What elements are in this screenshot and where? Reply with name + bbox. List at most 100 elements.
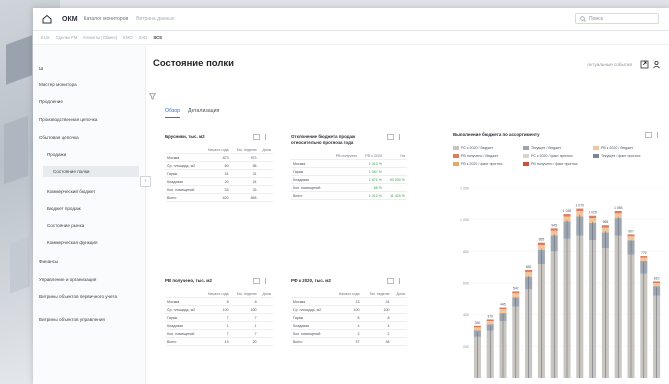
search-input[interactable]: Поиск — [575, 13, 659, 24]
legend-item[interactable]: РВ получено / факт прогноз — [523, 162, 577, 166]
subnav-item[interactable]: Клиенты (Обмен) — [83, 35, 117, 40]
legend-item[interactable]: РВ к 2020 / бюджет — [593, 146, 633, 150]
bar-segment — [627, 236, 635, 241]
expand-icon[interactable] — [387, 134, 394, 140]
col-header: На — [383, 152, 407, 160]
sidebar-item-commercial-budget[interactable]: Коммерческий бюджет — [47, 189, 95, 194]
table-row: Кладовая 20 24 — [165, 177, 273, 186]
cell — [328, 159, 360, 168]
brand-logo[interactable]: ОКМ — [62, 16, 78, 23]
cell — [383, 159, 407, 168]
cell: 100 — [202, 305, 231, 314]
cell: 31 — [202, 169, 231, 178]
expand-icon[interactable] — [253, 134, 260, 140]
sidebar-item-management-objects[interactable]: Витрины объектов управления — [39, 317, 119, 323]
cell: 38 — [361, 337, 392, 346]
legend-swatch — [453, 162, 459, 166]
bar-segment — [537, 242, 545, 245]
sidebar-item-home[interactable]: Ш — [39, 66, 43, 71]
share-icon[interactable] — [652, 60, 661, 69]
legend-label: РВ получено / факт прогноз — [531, 162, 578, 166]
legend-item[interactable]: РВ получено / бюджет — [453, 154, 498, 158]
cell — [328, 175, 360, 184]
table-row: Кладовая 1 671 % 93 000 % — [291, 175, 407, 184]
cell: 1 013 % — [359, 159, 384, 168]
page-title: Состояние полки — [153, 58, 235, 69]
legend-item[interactable]: РС к 2020 / факт прогноз — [523, 154, 573, 158]
sidebar-item-commercial-function[interactable]: Коммерческая функция — [47, 240, 98, 245]
more-icon[interactable] — [262, 278, 269, 284]
more-icon[interactable] — [654, 132, 661, 138]
tab-details[interactable]: Детализация — [188, 108, 219, 118]
cell: Ср. площадь, м2 — [291, 305, 331, 314]
cell: 620 — [202, 193, 231, 202]
cell: 8 — [230, 297, 259, 306]
cell: 8 — [361, 313, 392, 322]
bar-segment — [525, 270, 533, 272]
tab-overview[interactable]: Обзор — [165, 108, 180, 118]
search-icon — [580, 15, 586, 22]
sidebar-collapse-button[interactable]: ‹ — [140, 176, 151, 187]
subnav-item[interactable]: SAD — [139, 35, 148, 40]
more-icon[interactable] — [262, 134, 269, 140]
expand-icon[interactable] — [253, 278, 260, 284]
sidebar-item-finance[interactable]: Финансы — [39, 259, 58, 264]
table-row: Москва 1 013 % — [291, 159, 407, 168]
sidebar-item-market-state[interactable]: Состояние рынка — [47, 223, 84, 228]
panel-bricks: Брусники, тыс. м2 Начало года Тек. неделю… — [165, 134, 275, 244]
cell — [328, 167, 360, 176]
export-icon[interactable] — [640, 60, 649, 69]
cell: Всего — [291, 191, 329, 200]
cell: 1 — [230, 321, 259, 330]
legend-item[interactable]: РС к 2020 / бюджет — [453, 146, 493, 150]
cell: 19 — [202, 337, 231, 346]
subnav-item[interactable]: Сделки PM — [56, 35, 78, 40]
y-tick-label: 1 000 — [460, 218, 469, 222]
cell: 58 — [230, 161, 259, 170]
legend-item[interactable]: РВ к 2020 / факт прогноз — [453, 162, 502, 166]
bar-segment — [627, 234, 635, 237]
table-row: Кол. помещений 33 33 — [165, 185, 273, 194]
subnav-item[interactable]: EUS — [41, 35, 50, 40]
legend-item[interactable]: Текущее / бюджет — [523, 146, 561, 150]
cell: 24 — [361, 297, 392, 306]
cell: Кол. помещений — [291, 183, 329, 192]
legend-item[interactable]: Текущее / факт прогноз — [593, 154, 640, 158]
bar-total-label: 945 — [551, 223, 557, 227]
background-block — [4, 115, 28, 185]
expand-icon[interactable] — [645, 132, 652, 138]
breadcrumb-catalog[interactable]: Каталог мониторов — [84, 16, 129, 22]
sidebar-item-primary-accounting[interactable]: Витрины объектов первичного учета — [39, 294, 119, 300]
cell: 100 — [230, 305, 259, 314]
sidebar-item-production-chain[interactable]: Производственная цепочка — [39, 117, 97, 122]
more-icon[interactable] — [396, 134, 403, 140]
sidebar-item-sales-budget[interactable]: Бюджет продаж — [47, 206, 81, 211]
cell — [391, 313, 407, 322]
table-row: Кол. помещений 68 % — [291, 183, 407, 192]
sidebar-item-shelf-state[interactable]: Состояние полки — [43, 166, 139, 177]
sidebar-item-sales[interactable]: Продажи — [47, 152, 66, 157]
col-header: Начало года — [330, 290, 362, 298]
sidebar-item-sales-chain[interactable]: Сбытовая цепочка — [39, 135, 79, 140]
home-icon[interactable] — [42, 14, 52, 24]
more-icon[interactable] — [396, 278, 403, 284]
breadcrumb-data-showcase[interactable]: Витрина данных — [136, 16, 174, 22]
table-row: Кладовая 4 4 — [291, 321, 407, 330]
cell: 68 % — [359, 183, 384, 192]
legend-label: РС к 2020 / бюджет — [461, 146, 494, 150]
table-row: Гараж 1 087 % — [291, 167, 407, 176]
subnav-item[interactable]: ЕМО — [123, 35, 133, 40]
col-header: Доли — [258, 290, 273, 298]
sidebar-item-monitor-master[interactable]: Мастер монитора — [39, 82, 77, 87]
subnav-item-active[interactable]: SCS — [153, 35, 162, 40]
cell — [258, 161, 273, 170]
col-header — [165, 290, 203, 298]
bar-total-label: 445 — [500, 303, 506, 307]
sidebar-item-management[interactable]: Управление и организация — [39, 277, 96, 282]
actions-label[interactable]: Актуальные события — [587, 62, 632, 67]
expand-icon[interactable] — [387, 278, 394, 284]
table-row: Москва 23 24 — [291, 297, 407, 306]
cell: 1 — [202, 321, 231, 330]
panel-budget-deviation: Отклонение бюджета продаж относительно п… — [291, 134, 409, 244]
sidebar-item-extension[interactable]: Продление — [39, 99, 63, 104]
